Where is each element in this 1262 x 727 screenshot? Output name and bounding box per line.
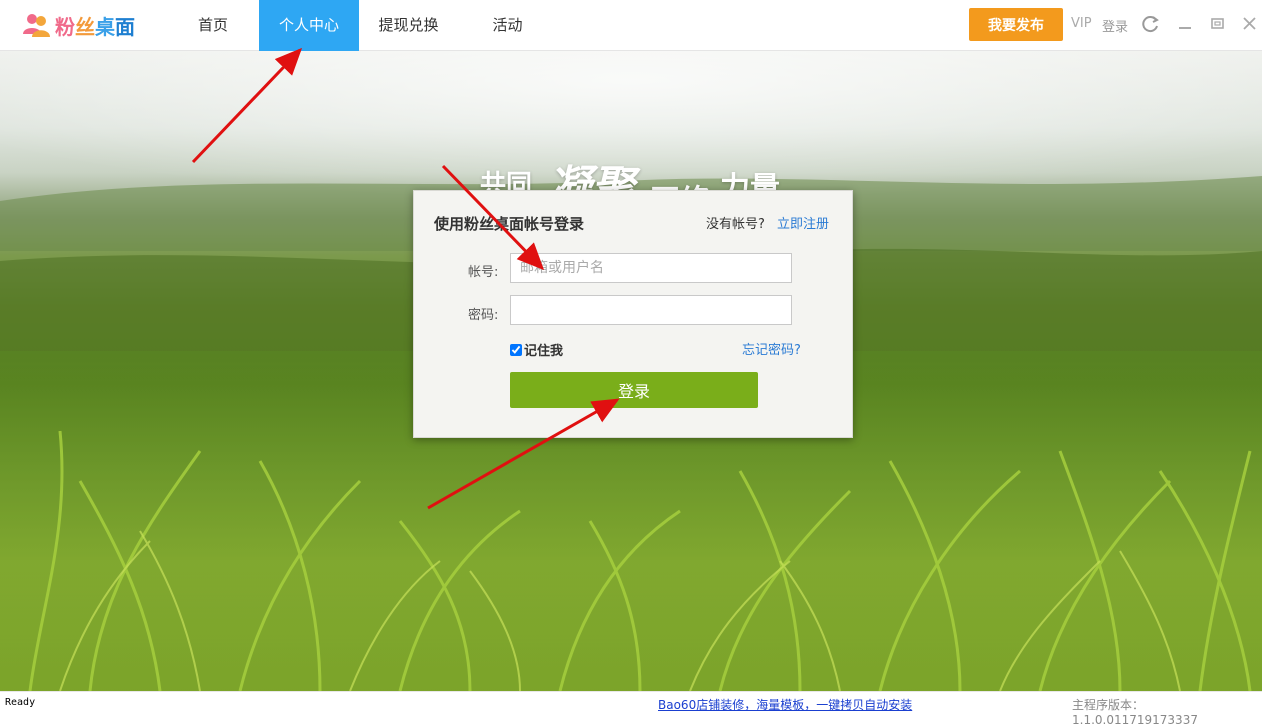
password-input[interactable] [510,295,792,325]
remember-me-checkbox[interactable] [510,343,522,356]
maximize-icon[interactable] [1208,14,1228,34]
version-text: 主程序版本：1.1.0.011719173337 [1072,698,1198,727]
promo-link[interactable]: Bao60店铺装修，海量模板，一键拷贝自动安装 [658,696,912,713]
nav-withdraw-exchange[interactable]: 提现兑换 [359,0,458,51]
forgot-password-link[interactable]: 忘记密码? [742,339,801,358]
remember-me-label: 记住我 [524,344,564,359]
no-account-text: 没有帐号? [706,217,765,232]
header-login-link[interactable]: 登录 [1102,16,1128,35]
app-logo[interactable]: 粉丝桌面 [22,11,135,39]
users-logo-icon [23,14,50,37]
refresh-icon[interactable] [1141,14,1161,34]
minimize-icon[interactable] [1175,14,1195,34]
password-label: 密码: [468,308,499,323]
publish-button[interactable]: 我要发布 [969,8,1063,41]
nav-activities[interactable]: 活动 [458,0,557,51]
vip-link[interactable]: VIP [1071,16,1092,31]
main-nav: 首页 个人中心 提现兑换 活动 [167,0,557,51]
nav-personal-center[interactable]: 个人中心 [259,0,359,51]
register-link[interactable]: 立即注册 [777,213,829,232]
nav-home[interactable]: 首页 [167,0,259,51]
top-navigation-bar: 粉丝桌面 首页 个人中心 提现兑换 活动 我要发布 VIP 登录 [0,0,1262,51]
login-panel: 使用粉丝桌面帐号登录 没有帐号? 立即注册 帐号: 密码: 记住我 忘记密码? … [413,190,853,438]
status-ready: Ready [5,697,36,708]
remember-me[interactable]: 记住我 [510,340,563,359]
close-icon[interactable] [1240,14,1260,34]
status-bar: Ready Bao60店铺装修，海量模板，一键拷贝自动安装 主程序版本：1.1.… [0,691,1262,727]
account-input[interactable] [510,253,792,283]
logo-text: 粉丝桌面 [55,14,135,39]
login-title: 使用粉丝桌面帐号登录 [434,215,585,233]
login-submit-button[interactable]: 登录 [510,372,758,408]
account-label: 帐号: [468,265,499,280]
